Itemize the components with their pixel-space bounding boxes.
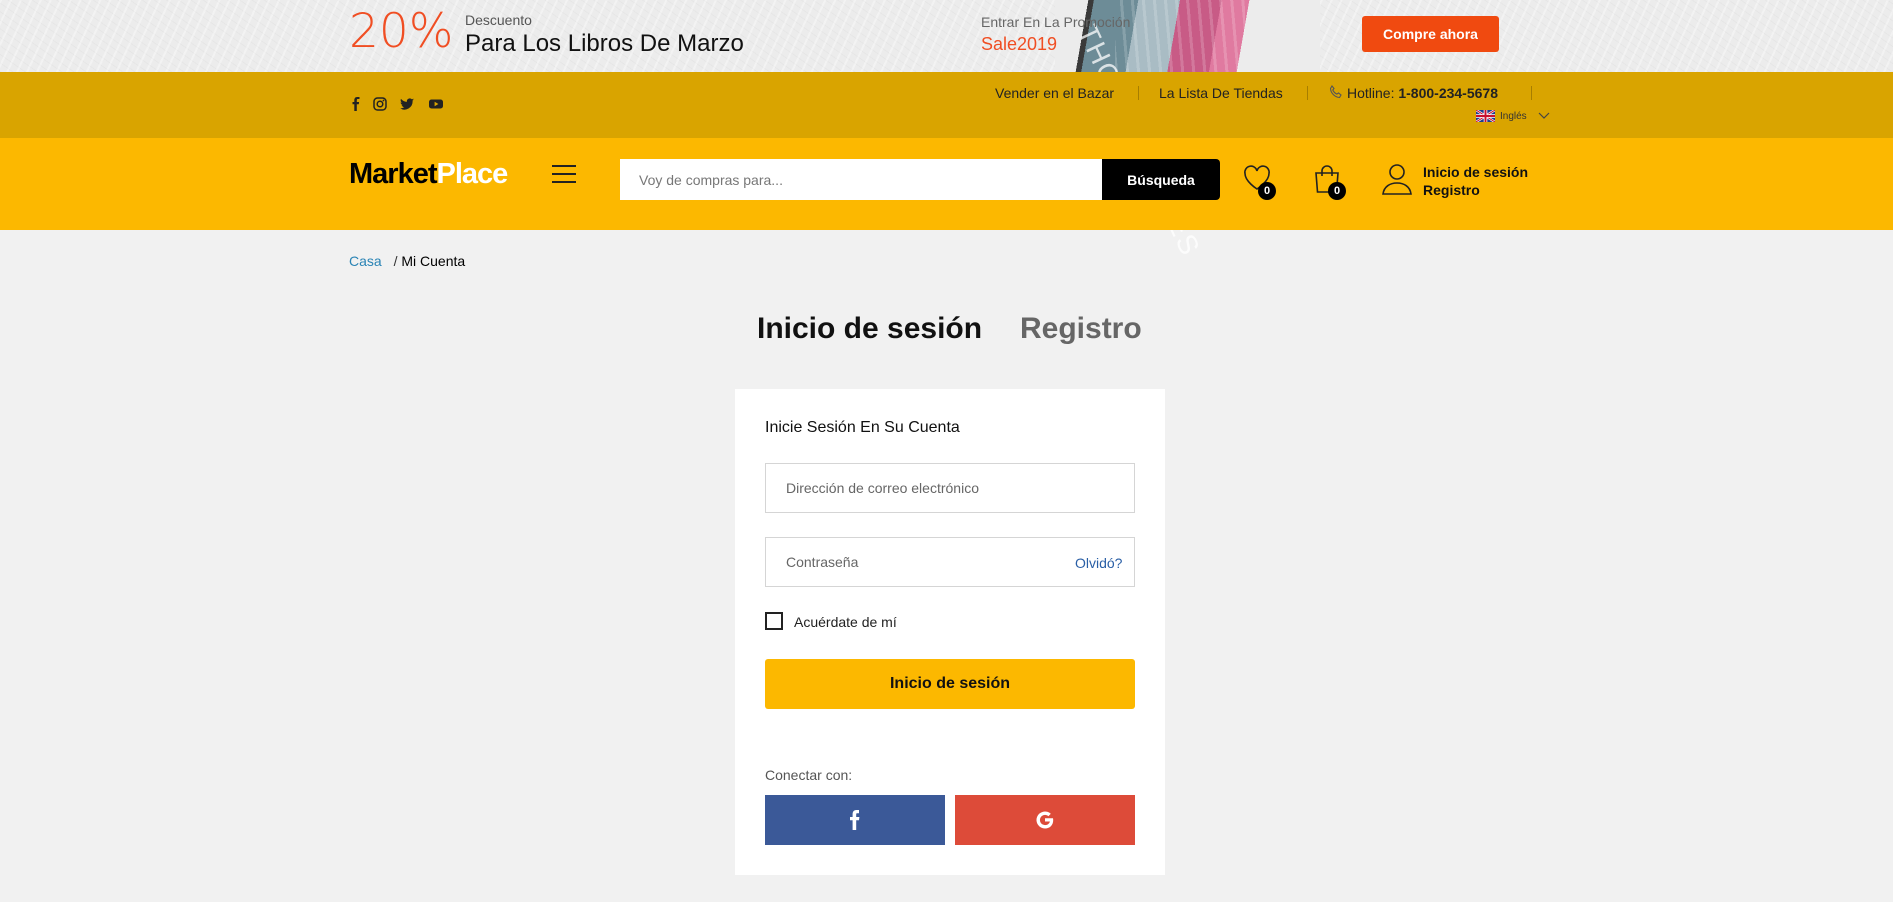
email-field[interactable] — [765, 463, 1135, 513]
facebook-icon — [850, 810, 860, 830]
instagram-icon[interactable] — [373, 97, 387, 111]
facebook-icon[interactable] — [349, 97, 363, 111]
breadcrumb-separator: / — [393, 253, 398, 269]
promo-subtitle: Descuento — [465, 12, 532, 28]
logo-place: Place — [436, 158, 509, 190]
youtube-icon[interactable] — [429, 97, 443, 111]
login-form-title: Inicie Sesión En Su Cuenta — [765, 419, 960, 436]
stores-link[interactable]: La Lista De Tiendas — [1159, 85, 1283, 101]
forgot-password-link[interactable]: Olvidó? — [1075, 555, 1122, 571]
menu-icon[interactable] — [552, 165, 576, 185]
promo-title: Para Los Libros De Marzo — [465, 30, 744, 57]
login-submit-button[interactable]: Inicio de sesión — [765, 659, 1135, 709]
divider — [1307, 86, 1308, 100]
promo-percent: 20% — [349, 4, 454, 59]
breadcrumb-current: Mi Cuenta — [401, 253, 466, 269]
breadcrumb: Casa / Mi Cuenta — [349, 253, 465, 269]
top-bar — [0, 72, 1893, 138]
buy-now-button[interactable]: Compre ahora — [1362, 16, 1499, 52]
promo-code: Sale2019 — [981, 34, 1058, 54]
hotline: Hotline: 1-800-234-5678 — [1347, 85, 1498, 101]
tab-register[interactable]: Registro — [1020, 312, 1142, 346]
wishlist-count: 0 — [1258, 182, 1276, 200]
search-input[interactable] — [620, 159, 1102, 200]
facebook-login-button[interactable] — [765, 795, 945, 845]
logo[interactable]: MarketPlace — [349, 158, 509, 191]
sell-link[interactable]: Vender en el Bazar — [995, 85, 1114, 101]
language-label: Inglés — [1500, 110, 1527, 122]
login-card: Inicie Sesión En Su Cuenta Olvidó? Acuér… — [735, 389, 1165, 875]
remember-me-label: Acuérdate de mí — [794, 614, 897, 630]
search-button[interactable]: Búsqueda — [1102, 159, 1220, 200]
twitter-icon[interactable] — [400, 97, 414, 111]
cart-count: 0 — [1328, 182, 1346, 200]
breadcrumb-home[interactable]: Casa — [349, 253, 382, 269]
promo-banner: 20% Descuento Para Los Libros De Marzo T… — [0, 0, 1893, 261]
language-selector[interactable]: Inglés — [1476, 110, 1550, 122]
phone-icon — [1329, 85, 1342, 99]
connect-with-label: Conectar con: — [765, 767, 853, 783]
user-icon[interactable] — [1381, 162, 1413, 196]
google-login-button[interactable] — [955, 795, 1135, 845]
remember-me-checkbox[interactable] — [765, 612, 783, 630]
chevron-down-icon — [1538, 112, 1550, 119]
uk-flag-icon — [1476, 110, 1495, 122]
header-register-link[interactable]: Registro — [1423, 181, 1528, 199]
google-icon — [1036, 811, 1054, 829]
logo-market: Market — [349, 158, 437, 190]
header-login-link[interactable]: Inicio de sesión — [1423, 163, 1528, 181]
tab-login[interactable]: Inicio de sesión — [757, 312, 982, 346]
divider — [1138, 86, 1139, 100]
auth-links: Inicio de sesión Registro — [1423, 163, 1528, 199]
promo-enter-text: Entrar En La Promoción — [981, 14, 1131, 30]
hotline-label: Hotline: — [1347, 85, 1395, 101]
hotline-number: 1-800-234-5678 — [1398, 85, 1498, 101]
divider — [1531, 86, 1532, 100]
